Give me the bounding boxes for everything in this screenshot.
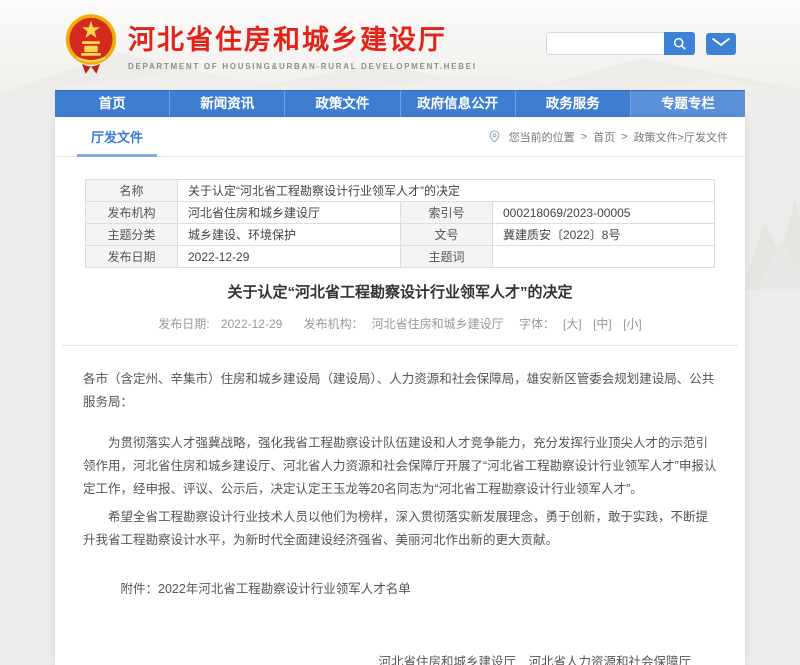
site-subtitle: DEPARTMENT OF HOUSING&URBAN-RURAL DEVELO… [128,62,477,71]
breadcrumb: 您当前的位置 > 首页 > 政策文件>厅发文件 [489,129,731,145]
article-paragraph: 各市（含定州、辛集市）住房和城乡建设局（建设局）、人力资源和社会保障局，雄安新区… [83,368,717,414]
article-body: 各市（含定州、辛集市）住房和城乡建设局（建设局）、人力资源和社会保障局，雄安新区… [55,346,745,665]
meta-value-agency: 河北省住房和城乡建设厅 [178,202,401,224]
breadcrumb-prefix: 您当前的位置 [509,129,575,145]
search-icon [673,37,687,51]
article-title: 关于认定“河北省工程勘察设计行业领军人才”的决定 [55,281,745,302]
site-header: 河北省住房和城乡建设厅 DEPARTMENT OF HOUSING&URBAN-… [0,0,800,90]
font-size-large-button[interactable]: [大] [563,317,582,331]
meta-label-docnum: 文号 [401,224,493,246]
breadcrumb-separator: > [621,131,627,143]
meta-value-keywords [493,246,715,268]
search-box [546,32,695,55]
nav-item-special[interactable]: 专题专栏 [631,91,745,117]
mail-icon [711,37,731,51]
mail-button[interactable] [706,33,736,55]
meta-label-category: 主题分类 [86,224,178,246]
meta-label-index: 索引号 [401,202,493,224]
publish-date: 2022-12-29 [221,317,282,331]
font-size-label: 字体： [519,317,555,331]
font-size-medium-button[interactable]: [中] [593,317,612,331]
article-signature: 河北省住房和城乡建设厅 河北省人力资源和社会保障厅 [83,651,717,665]
tab-department-documents[interactable]: 厅发文件 [77,117,157,157]
content-card: 厅发文件 您当前的位置 > 首页 > 政策文件>厅发文件 名称 关于认定“河北省… [55,117,745,665]
meta-value-name: 关于认定“河北省工程勘察设计行业领军人才”的决定 [178,180,715,202]
nav-item-gov-info[interactable]: 政府信息公开 [401,91,516,117]
location-pin-icon [489,130,500,143]
table-row: 发布日期 2022-12-29 主题词 [86,246,715,268]
article-meta: 发布日期: 2022-12-29 发布机构： 河北省住房和城乡建设厅 字体： [大]… [55,315,745,332]
meta-value-docnum: 冀建质安〔2022〕8号 [493,224,715,246]
table-row: 发布机构 河北省住房和城乡建设厅 索引号 000218069/2023-0000… [86,202,715,224]
meta-value-date: 2022-12-29 [178,246,401,268]
meta-label-date: 发布日期 [86,246,178,268]
agency-value: 河北省住房和城乡建设厅 [372,317,504,331]
site-brand: 河北省住房和城乡建设厅 DEPARTMENT OF HOUSING&URBAN-… [64,12,477,76]
meta-label-keywords: 主题词 [401,246,493,268]
main-nav: 首页 新闻资讯 政策文件 政府信息公开 政务服务 专题专栏 [55,90,745,117]
nav-item-news[interactable]: 新闻资讯 [170,91,285,117]
article-paragraph: 希望全省工程勘察设计行业技术人员以他们为榜样，深入贯彻落实新发展理念，勇于创新，… [83,506,717,552]
site-title-block: 河北省住房和城乡建设厅 DEPARTMENT OF HOUSING&URBAN-… [128,18,477,71]
breadcrumb-home[interactable]: 首页 [593,129,615,145]
table-row: 主题分类 城乡建设、环境保护 文号 冀建质安〔2022〕8号 [86,224,715,246]
meta-value-index: 000218069/2023-00005 [493,202,715,224]
side-watermark [740,160,800,290]
meta-value-category: 城乡建设、环境保护 [178,224,401,246]
site-title: 河北省住房和城乡建设厅 [128,18,477,57]
meta-label-agency: 发布机构 [86,202,178,224]
search-button[interactable] [664,32,695,55]
nav-item-policy[interactable]: 政策文件 [285,91,400,117]
breadcrumb-separator: > [581,131,587,143]
search-input[interactable] [546,32,664,55]
nav-item-home[interactable]: 首页 [55,91,170,117]
attachment-link[interactable]: 附件：2022年河北省工程勘察设计行业领军人才名单 [83,578,717,601]
agency-label: 发布机构： [304,317,364,331]
breadcrumb-current[interactable]: 政策文件>厅发文件 [634,129,728,145]
font-size-small-button[interactable]: [小] [623,317,642,331]
meta-label-name: 名称 [86,180,178,202]
document-meta-table: 名称 关于认定“河北省工程勘察设计行业领军人才”的决定 发布机构 河北省住房和城… [85,179,715,268]
publish-date-label: 发布日期: [158,317,213,331]
national-emblem-icon [64,12,118,76]
nav-item-services[interactable]: 政务服务 [516,91,631,117]
section-tabbar: 厅发文件 您当前的位置 > 首页 > 政策文件>厅发文件 [55,117,745,157]
article-paragraph: 为贯彻落实人才强冀战略，强化我省工程勘察设计队伍建设和人才竞争能力，充分发挥行业… [83,432,717,501]
table-row: 名称 关于认定“河北省工程勘察设计行业领军人才”的决定 [86,180,715,202]
